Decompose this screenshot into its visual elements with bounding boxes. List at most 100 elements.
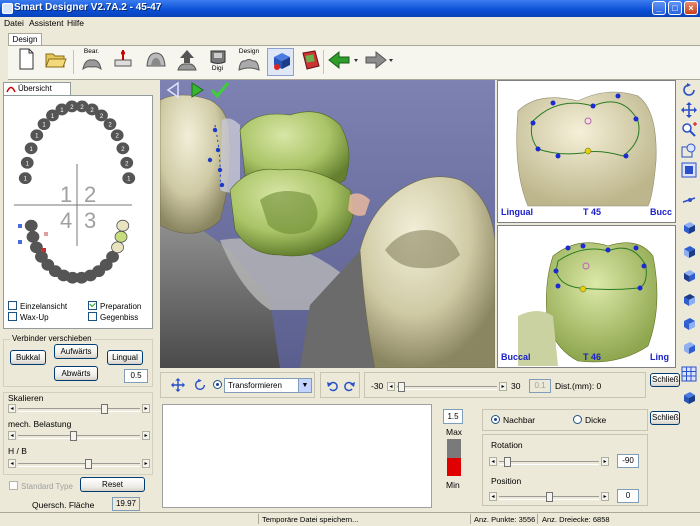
back-arrow-button[interactable] (327, 48, 361, 76)
maximize-button[interactable]: □ (668, 1, 682, 15)
view-iso-cube-icon[interactable] (681, 390, 697, 406)
slider-thumb[interactable] (100, 404, 108, 414)
close-button[interactable]: × (684, 1, 698, 15)
bukkal-button[interactable]: Bukkal (10, 350, 46, 365)
slider-right-arrow-icon[interactable]: ▸ (499, 382, 507, 391)
forward-arrow-button[interactable] (362, 48, 396, 76)
lingual-button[interactable]: Lingual (107, 350, 143, 365)
t45-viewport[interactable]: Lingual T 45 Bucc (497, 80, 676, 223)
fit-view-icon[interactable] (681, 162, 697, 178)
chevron-down-icon[interactable]: ▼ (298, 379, 311, 392)
schliessen-button-2[interactable]: Schließ (650, 411, 680, 425)
slider-left-arrow-icon[interactable]: ◂ (8, 404, 16, 413)
position-value-field[interactable]: 0 (617, 489, 639, 503)
max-value-field[interactable]: 1.5 (443, 409, 463, 424)
new-document-button[interactable] (12, 48, 39, 76)
light-direction-icon[interactable] (681, 192, 697, 208)
view-bottom-cube-icon[interactable] (681, 340, 697, 356)
slider-right-arrow-icon[interactable]: ▸ (142, 431, 150, 440)
tooth[interactable] (26, 230, 40, 243)
slider-thumb[interactable] (545, 492, 553, 502)
bearbeiten-button[interactable]: Bear. (78, 48, 105, 76)
view-top-cube-icon[interactable] (681, 316, 697, 332)
min-color-swatch[interactable] (447, 458, 461, 476)
tooth[interactable] (116, 219, 130, 232)
align-tool-button[interactable] (109, 48, 136, 76)
title-bar[interactable]: Smart Designer V2.7A.2 - 45-47 _ □ × (0, 0, 700, 17)
slider-right-arrow-icon[interactable]: ▸ (142, 459, 150, 468)
rotation-value-field[interactable]: -90 (617, 454, 639, 468)
tab-design[interactable]: Design (8, 33, 42, 45)
undo-icon[interactable] (327, 380, 339, 392)
hb-slider[interactable]: ◂ ▸ (8, 459, 150, 469)
menu-assistent[interactable]: Assistent (29, 18, 64, 28)
tooth-chart[interactable]: 11111112 22222221 1 2 4 3 (4, 98, 152, 288)
previous-step-icon[interactable] (166, 81, 179, 99)
position-slider[interactable]: ◂ ▸ (489, 492, 609, 502)
pan-view-icon[interactable] (681, 102, 697, 118)
slider-right-arrow-icon[interactable]: ▸ (601, 457, 609, 466)
slider-left-arrow-icon[interactable]: ◂ (8, 431, 16, 440)
t46-viewport[interactable]: Buccal T 46 Ling (497, 225, 676, 368)
t46-model[interactable] (498, 226, 676, 368)
reset-button[interactable]: Reset (80, 477, 145, 492)
confirm-check-icon[interactable] (210, 82, 230, 99)
slider-left-arrow-icon[interactable]: ◂ (8, 459, 16, 468)
max-color-swatch[interactable] (447, 439, 461, 458)
3d-scene[interactable] (160, 80, 495, 368)
slider-left-arrow-icon[interactable]: ◂ (489, 492, 497, 501)
preparation-checkbox[interactable]: Preparation (88, 301, 141, 311)
aufwarts-button[interactable]: Aufwärts (54, 344, 98, 359)
texture-book-button[interactable] (297, 48, 324, 76)
rotate-view-icon[interactable] (681, 82, 697, 98)
dome-button[interactable] (142, 48, 169, 76)
digi-button[interactable]: Digi (204, 48, 231, 76)
skalieren-slider[interactable]: ◂ ▸ (8, 404, 150, 414)
design-button[interactable]: Design (234, 48, 264, 76)
upload-scan-button[interactable] (173, 48, 200, 76)
transform-radio[interactable] (213, 380, 222, 389)
grid-view-icon[interactable] (681, 366, 697, 382)
cube-tools-button[interactable] (267, 48, 294, 76)
abwarts-button[interactable]: Abwärts (54, 366, 98, 381)
zoom-window-icon[interactable] (681, 142, 697, 158)
tooth[interactable] (111, 241, 124, 254)
einzelansicht-checkbox[interactable]: Einzelansicht (8, 301, 67, 311)
rotate-tool-icon[interactable] (193, 378, 207, 392)
standard-type-checkbox[interactable]: Standard Type (9, 481, 73, 491)
minimize-button[interactable]: _ (652, 1, 666, 15)
move-tool-icon[interactable] (171, 378, 185, 392)
view-back-cube-icon[interactable] (681, 244, 697, 260)
slider-thumb[interactable] (84, 459, 92, 469)
zoom-view-icon[interactable] (681, 122, 697, 138)
tab-ubersicht[interactable]: Übersicht (3, 82, 71, 95)
transform-mode-select[interactable]: Transformieren ▼ (224, 378, 312, 393)
schliessen-button-1[interactable]: Schließ (650, 373, 680, 387)
menu-hilfe[interactable]: Hilfe (67, 18, 84, 28)
tooth[interactable] (24, 219, 38, 232)
slider-thumb[interactable] (69, 431, 77, 441)
t45-model[interactable] (498, 81, 676, 223)
wax-up-checkbox[interactable]: Wax-Up (8, 312, 49, 322)
view-right-cube-icon[interactable] (681, 292, 697, 308)
connector-value-field[interactable]: 0.5 (124, 369, 148, 383)
dicke-radio[interactable]: Dicke (573, 415, 606, 425)
view-left-cube-icon[interactable] (681, 268, 697, 284)
view-front-cube-icon[interactable] (681, 220, 697, 236)
menu-datei[interactable]: Datei (4, 18, 24, 28)
distance-step-field[interactable]: 0.1 (529, 379, 551, 393)
nachbar-radio[interactable]: Nachbar (491, 415, 535, 425)
slider-left-arrow-icon[interactable]: ◂ (489, 457, 497, 466)
slider-right-arrow-icon[interactable]: ▸ (601, 492, 609, 501)
slider-thumb[interactable] (503, 457, 511, 467)
slider-left-arrow-icon[interactable]: ◂ (387, 382, 395, 391)
slider-thumb[interactable] (398, 382, 405, 392)
redo-icon[interactable] (343, 380, 355, 392)
next-step-icon[interactable] (191, 82, 204, 98)
belastung-slider[interactable]: ◂ ▸ (8, 431, 150, 441)
distance-slider[interactable]: ◂ ▸ (387, 382, 507, 392)
gegenbiss-checkbox[interactable]: Gegenbiss (88, 312, 138, 322)
slider-right-arrow-icon[interactable]: ▸ (142, 404, 150, 413)
tooth[interactable] (114, 230, 128, 243)
rotation-slider[interactable]: ◂ ▸ (489, 457, 609, 467)
